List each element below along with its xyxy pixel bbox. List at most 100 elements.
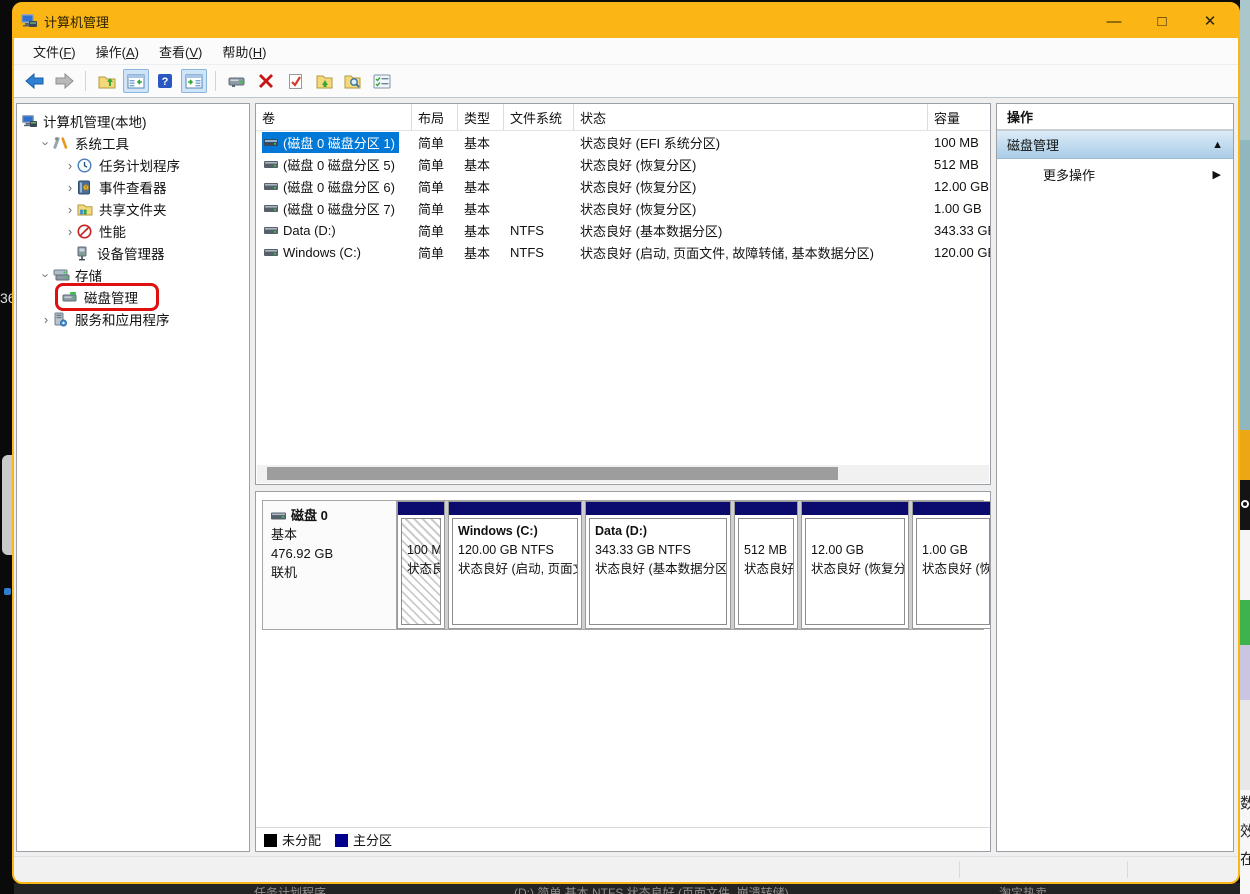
table-row[interactable]: (磁盘 0 磁盘分区 6) 简单 基本 状态良好 (恢复分区) 12.00 GB bbox=[256, 175, 990, 197]
app-icon bbox=[20, 13, 38, 29]
partition-efi[interactable]: 100 MB状态良好 (EFI 系统分区) bbox=[397, 501, 445, 629]
disk-device-icon[interactable] bbox=[224, 69, 250, 93]
title-bar: 计算机管理 — □ ✕ bbox=[14, 4, 1238, 38]
column-header-capacity[interactable]: 容量 bbox=[928, 104, 990, 130]
column-header-status[interactable]: 状态 bbox=[574, 104, 928, 130]
chevron-collapsed-icon[interactable]: › bbox=[63, 224, 77, 239]
actions-pane: 操作 磁盘管理 ▲ 更多操作 ▶ bbox=[996, 103, 1234, 852]
volume-name: (磁盘 0 磁盘分区 7) bbox=[262, 198, 399, 219]
disk-0-label[interactable]: 磁盘 0 基本 476.92 GB 联机 bbox=[263, 501, 397, 629]
toolbar: ? bbox=[14, 65, 1238, 98]
column-header-type[interactable]: 类型 bbox=[458, 104, 504, 130]
column-header-layout[interactable]: 布局 bbox=[412, 104, 458, 130]
tree-item-shared-folders[interactable]: › 共享文件夹 bbox=[17, 198, 249, 220]
partition-recovery-12gb[interactable]: 12.00 GB状态良好 (恢复分区) bbox=[801, 501, 909, 629]
volume-table: 卷 布局 类型 文件系统 状态 容量 (磁盘 0 磁盘分区 1) 简单 基本 状… bbox=[256, 104, 990, 465]
tree-item-disk-management[interactable]: 磁盘管理 bbox=[17, 286, 249, 308]
more-actions-arrow-icon: ▶ bbox=[1213, 168, 1221, 181]
help-icon[interactable]: ? bbox=[152, 69, 178, 93]
delete-icon[interactable] bbox=[253, 69, 279, 93]
tree-item-performance[interactable]: › 性能 bbox=[17, 220, 249, 242]
partition-windows-c[interactable]: Windows (C:)120.00 GB NTFS状态良好 (启动, 页面文件… bbox=[448, 501, 582, 629]
services-icon bbox=[53, 311, 70, 327]
table-row[interactable]: (磁盘 0 磁盘分区 5) 简单 基本 状态良好 (恢复分区) 512 MB bbox=[256, 153, 990, 175]
disk-0-row: 磁盘 0 基本 476.92 GB 联机 100 MB状态良好 (EFI 系统分… bbox=[262, 500, 984, 630]
menu-help[interactable]: 帮助(H) bbox=[213, 39, 275, 64]
disk-status: 联机 bbox=[271, 564, 388, 583]
svg-text:?: ? bbox=[162, 76, 169, 88]
disk-graphic-pane: 磁盘 0 基本 476.92 GB 联机 100 MB状态良好 (EFI 系统分… bbox=[255, 491, 991, 852]
table-row[interactable]: Windows (C:) 简单 基本 NTFS 状态良好 (启动, 页面文件, … bbox=[256, 241, 990, 263]
more-actions-item[interactable]: 更多操作 ▶ bbox=[997, 159, 1233, 189]
tree-item-label: 共享文件夹 bbox=[99, 199, 167, 219]
chevron-collapsed-icon[interactable]: › bbox=[63, 180, 77, 195]
background-bottom-text: 任务计划程序 bbox=[254, 884, 326, 894]
performance-icon bbox=[77, 223, 94, 239]
table-row[interactable]: Data (D:) 简单 基本 NTFS 状态良好 (基本数据分区) 343.3… bbox=[256, 219, 990, 241]
volume-list-pane: 卷 布局 类型 文件系统 状态 容量 (磁盘 0 磁盘分区 1) 简单 基本 状… bbox=[255, 103, 991, 485]
chevron-collapsed-icon[interactable]: › bbox=[39, 312, 53, 327]
table-row[interactable]: (磁盘 0 磁盘分区 1) 简单 基本 状态良好 (EFI 系统分区) 100 … bbox=[256, 131, 990, 153]
unallocated-swatch bbox=[264, 834, 277, 847]
volume-name-selected: (磁盘 0 磁盘分区 1) bbox=[262, 132, 399, 153]
storage-icon bbox=[53, 267, 70, 283]
partition-recovery-512mb[interactable]: 512 MB状态良好 (恢复分区) bbox=[734, 501, 798, 629]
menu-view[interactable]: 查看(V) bbox=[150, 39, 211, 64]
volume-table-header: 卷 布局 类型 文件系统 状态 容量 bbox=[256, 104, 990, 131]
computer-icon bbox=[21, 113, 38, 129]
chevron-collapsed-icon[interactable]: › bbox=[63, 158, 77, 173]
shared-folder-icon bbox=[77, 201, 94, 217]
window-title: 计算机管理 bbox=[44, 12, 1092, 31]
maximize-button[interactable]: □ bbox=[1140, 7, 1184, 35]
actions-group-disk-management[interactable]: 磁盘管理 ▲ bbox=[997, 131, 1233, 159]
folder-find-icon[interactable] bbox=[340, 69, 366, 93]
status-bar bbox=[14, 856, 1238, 882]
column-header-volume[interactable]: 卷 bbox=[256, 104, 412, 130]
folder-up-icon[interactable] bbox=[311, 69, 337, 93]
legend-item-unallocated: 未分配 bbox=[264, 830, 321, 849]
menu-file[interactable]: 文件(F) bbox=[24, 39, 85, 64]
scrollbar-thumb[interactable] bbox=[267, 467, 838, 480]
tree-item-label: 性能 bbox=[99, 221, 126, 241]
disk-management-icon bbox=[62, 289, 79, 305]
main-content: 计算机管理(本地) › 系统工具 › 任务计划程序 › bbox=[14, 98, 1238, 856]
tree-item-task-scheduler[interactable]: › 任务计划程序 bbox=[17, 154, 249, 176]
close-button[interactable]: ✕ bbox=[1188, 7, 1232, 35]
chevron-expanded-icon[interactable]: › bbox=[39, 268, 54, 282]
collapse-arrow-icon[interactable]: ▲ bbox=[1212, 139, 1223, 151]
back-icon[interactable] bbox=[22, 69, 48, 93]
tree-item-device-manager[interactable]: 设备管理器 bbox=[17, 242, 249, 264]
show-console-tree-icon[interactable] bbox=[123, 69, 149, 93]
background-bottom-text: 淘宝热卖 bbox=[999, 884, 1047, 894]
up-folder-icon[interactable] bbox=[94, 69, 120, 93]
menu-action[interactable]: 操作(A) bbox=[87, 39, 148, 64]
chevron-expanded-icon[interactable]: › bbox=[39, 136, 54, 150]
table-row[interactable]: (磁盘 0 磁盘分区 7) 简单 基本 状态良好 (恢复分区) 1.00 GB bbox=[256, 197, 990, 219]
legend-item-primary: 主分区 bbox=[335, 830, 392, 849]
tree-item-label: 服务和应用程序 bbox=[75, 309, 170, 329]
background-right-strip: 数效在 bbox=[1240, 0, 1250, 894]
show-action-pane-icon[interactable] bbox=[181, 69, 207, 93]
partition-data-d[interactable]: Data (D:)343.33 GB NTFS状态良好 (基本数据分区) bbox=[585, 501, 731, 629]
tree-item-event-viewer[interactable]: › 事件查看器 bbox=[17, 176, 249, 198]
actions-title: 操作 bbox=[997, 104, 1233, 131]
menu-bar: 文件(F) 操作(A) 查看(V) 帮助(H) bbox=[14, 38, 1238, 65]
disk-icon bbox=[271, 511, 287, 521]
tree-item-system-tools[interactable]: › 系统工具 bbox=[17, 132, 249, 154]
forward-icon[interactable] bbox=[51, 69, 77, 93]
background-bottom-strip: 任务计划程序 (D:) 简单 基本 NTFS 状态良好 (页面文件, 崩溃转储)… bbox=[14, 883, 1240, 894]
center-panes: 卷 布局 类型 文件系统 状态 容量 (磁盘 0 磁盘分区 1) 简单 基本 状… bbox=[255, 103, 991, 852]
tree-item-services-applications[interactable]: › 服务和应用程序 bbox=[17, 308, 249, 330]
check-page-icon[interactable] bbox=[282, 69, 308, 93]
column-header-filesystem[interactable]: 文件系统 bbox=[504, 104, 574, 130]
chevron-collapsed-icon[interactable]: › bbox=[63, 202, 77, 217]
tree-item-computer-management[interactable]: 计算机管理(本地) bbox=[17, 110, 249, 132]
minimize-button[interactable]: — bbox=[1092, 7, 1136, 35]
background-right-text: 数效在 bbox=[1240, 790, 1250, 894]
console-tree-pane: 计算机管理(本地) › 系统工具 › 任务计划程序 › bbox=[16, 103, 250, 852]
tree-item-label: 磁盘管理 bbox=[84, 287, 138, 307]
background-left-dot bbox=[4, 588, 11, 595]
horizontal-scrollbar[interactable] bbox=[257, 465, 989, 483]
task-list-icon[interactable] bbox=[369, 69, 395, 93]
partition-recovery-1gb[interactable]: 1.00 GB状态良好 (恢复分区) bbox=[912, 501, 990, 629]
